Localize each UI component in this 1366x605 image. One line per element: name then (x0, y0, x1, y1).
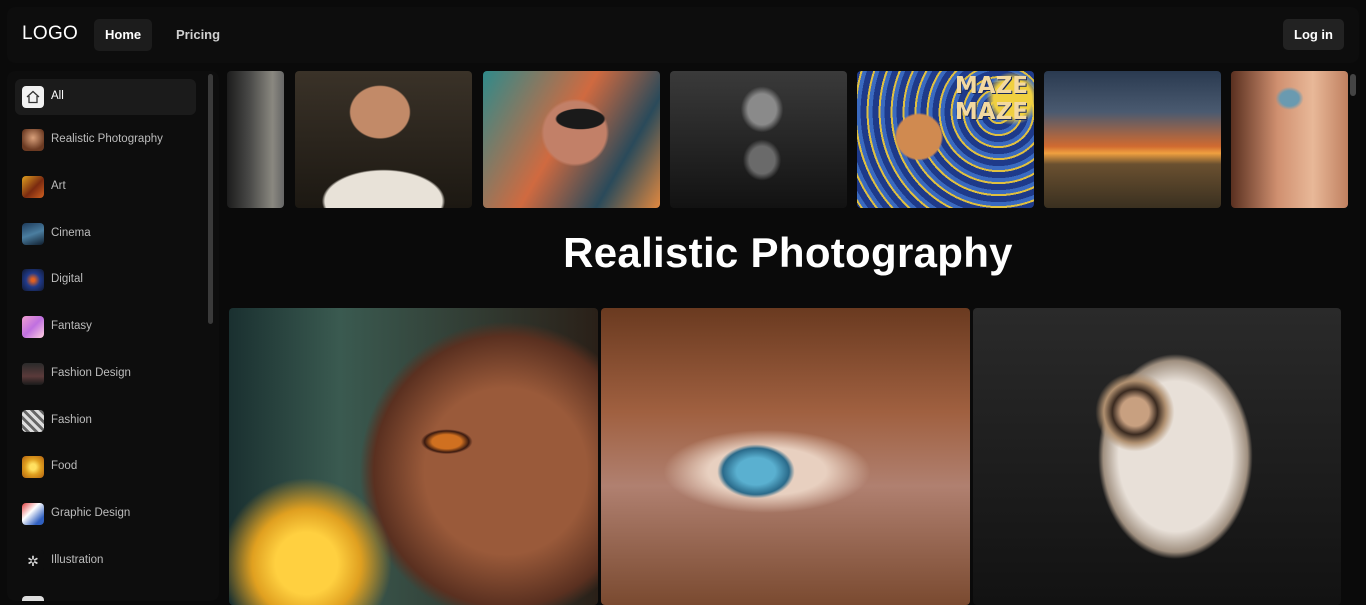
sidebar-item-partial[interactable] (15, 589, 196, 601)
strip-image-man-praying[interactable] (670, 71, 847, 208)
main-content: MAZE MAZE Realistic Photography (227, 71, 1359, 605)
strip-image-woman-freckles[interactable] (1231, 71, 1348, 208)
sidebar-item-food[interactable]: Food (15, 449, 196, 485)
nav-home-link[interactable]: Home (94, 19, 153, 51)
sidebar-item-all[interactable]: All (15, 79, 196, 115)
sidebar-item-label: Digital (51, 273, 83, 285)
sidebar-item-label: Graphic Design (51, 507, 131, 519)
strip-image-sunset-landscape[interactable] (1044, 71, 1221, 208)
sidebar-item-cinema[interactable]: Cinema (15, 216, 196, 252)
sidebar-item-fashion[interactable]: Fashion (15, 403, 196, 439)
strip-image-partial-portrait[interactable] (227, 71, 284, 208)
thumb-food-icon (22, 456, 44, 478)
logo[interactable]: LOGO (22, 23, 78, 45)
thumb-art-icon (22, 176, 44, 198)
main-scrollbar[interactable] (1350, 74, 1356, 96)
thumb-cinema-icon (22, 223, 44, 245)
sidebar-item-digital[interactable]: Digital (15, 262, 196, 298)
sidebar-item-graphic-design[interactable]: Graphic Design (15, 496, 196, 532)
thumb-graphic-icon (22, 503, 44, 525)
sidebar-scrollbar[interactable] (208, 74, 213, 324)
login-button[interactable]: Log in (1283, 19, 1344, 50)
sidebar-item-realistic-photography[interactable]: Realistic Photography (15, 122, 196, 158)
top-navbar: LOGO Home Pricing Log in (7, 7, 1359, 63)
sidebar-item-label: Fashion Design (51, 367, 131, 379)
sidebar-item-label: Realistic Photography (51, 133, 163, 145)
sidebar-item-illustration[interactable]: ✲ Illustration (15, 543, 196, 579)
sidebar-item-label: Illustration (51, 554, 104, 566)
gallery-image-robot-head[interactable] (973, 308, 1341, 605)
strip-image-bald-man-painting[interactable] (295, 71, 472, 208)
thumb-partial-icon (22, 596, 44, 601)
sidebar-item-label: Food (51, 460, 78, 472)
category-sidebar: All Realistic Photography Art Cinema Dig… (7, 71, 219, 601)
nav-pricing-link[interactable]: Pricing (165, 19, 231, 51)
home-icon (22, 86, 44, 108)
gallery-image-eye-closeup[interactable] (601, 308, 970, 605)
strip-image-man-sunglasses[interactable] (483, 71, 660, 208)
thumb-illustration-icon: ✲ (22, 550, 44, 572)
thumb-portrait-icon (22, 129, 44, 151)
sidebar-item-label: Cinema (51, 227, 91, 239)
sidebar-item-fantasy[interactable]: Fantasy (15, 309, 196, 345)
section-title: Realistic Photography (563, 229, 1013, 276)
sidebar-item-label: Fantasy (51, 320, 92, 332)
sidebar-item-label: Art (51, 180, 66, 192)
thumb-fashion-icon (22, 410, 44, 432)
sidebar-item-label: All (51, 90, 64, 102)
thumb-digital-icon (22, 269, 44, 291)
sidebar-item-label: Fashion (51, 414, 92, 426)
strip-image-van-gogh-maze[interactable]: MAZE MAZE (857, 71, 1034, 208)
thumb-fashion-design-icon (22, 363, 44, 385)
gallery-image-girl-face[interactable] (229, 308, 598, 605)
maze-text: MAZE MAZE (954, 73, 1028, 125)
sidebar-item-fashion-design[interactable]: Fashion Design (15, 356, 196, 392)
sidebar-item-art[interactable]: Art (15, 169, 196, 205)
thumb-fantasy-icon (22, 316, 44, 338)
